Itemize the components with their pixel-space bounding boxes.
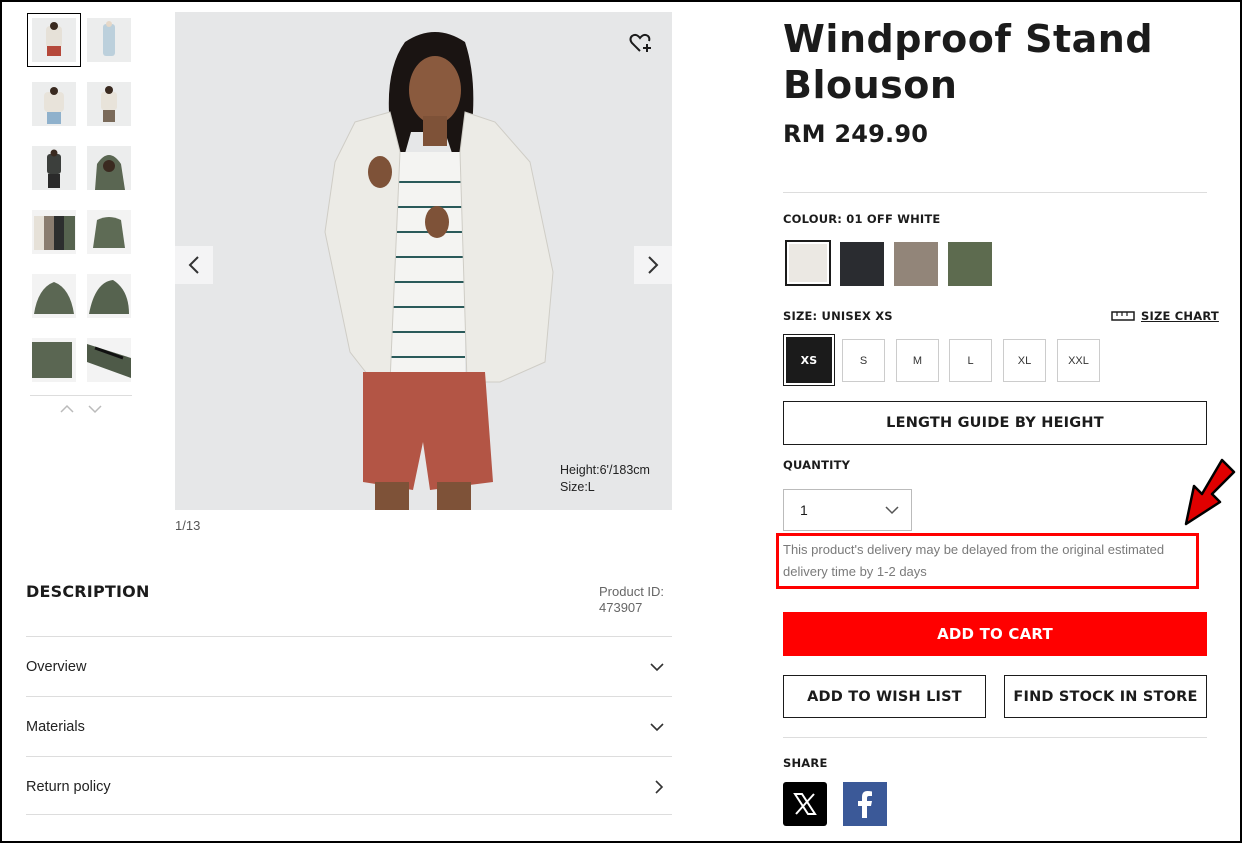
quantity-select[interactable]: 1 [783,489,912,531]
thumbnail-8[interactable] [87,210,131,254]
chevron-right-icon [648,256,659,274]
chevron-down-icon [650,662,664,671]
size-option-s[interactable]: S [842,339,885,382]
size-option-xs[interactable]: XS [783,334,835,386]
accordion-materials[interactable]: Materials [26,696,672,756]
thumbnail-4[interactable] [87,82,131,126]
size-label: SIZE: UNISEX XS [783,309,893,323]
prev-image-button[interactable] [175,246,213,284]
thumbnail-10[interactable] [87,274,131,318]
model-size: Size:L [560,480,595,494]
divider [783,192,1207,193]
share-label: SHARE [783,756,828,770]
add-to-cart-button[interactable]: ADD TO CART [783,612,1207,656]
x-share-button[interactable] [783,782,827,826]
model-photo [175,12,672,510]
size-chart-label: SIZE CHART [1141,309,1219,323]
colour-label: COLOUR: 01 OFF WHITE [783,212,941,226]
accordion-divider [26,814,672,815]
thumbnail-11[interactable] [32,338,76,382]
colour-swatch-beige[interactable] [894,242,938,286]
description-title: DESCRIPTION [26,582,150,601]
thumbnail-1[interactable] [27,13,81,67]
quantity-label: QUANTITY [783,458,851,472]
thumbnail-7[interactable] [32,210,76,254]
thumbnail-nav [30,395,132,421]
model-height: Height:6'/183cm [560,463,650,477]
model-info: Height:6'/183cm Size:L [560,462,650,496]
colour-swatch-olive[interactable] [948,242,992,286]
thumbnail-3[interactable] [32,82,76,126]
accordion-return-policy[interactable]: Return policy [26,756,672,816]
facebook-icon [858,791,872,818]
add-to-wish-list-button[interactable]: ADD TO WISH LIST [783,675,986,718]
size-option-m[interactable]: M [896,339,939,382]
next-image-button[interactable] [634,246,672,284]
size-option-l[interactable]: L [949,339,992,382]
accordion-overview-label: Overview [26,658,87,675]
chevron-left-icon [188,256,199,274]
quantity-value: 1 [800,502,808,518]
thumbnail-2[interactable] [87,18,131,62]
product-price: RM 249.90 [783,120,929,148]
thumbnail-12[interactable] [87,338,131,382]
colour-swatch-black[interactable] [840,242,884,286]
length-guide-button[interactable]: LENGTH GUIDE BY HEIGHT [783,401,1207,445]
annotation-arrow-icon [1184,458,1236,526]
size-option-xl[interactable]: XL [1003,339,1046,382]
highlight-box [776,533,1199,589]
size-option-xxl[interactable]: XXL [1057,339,1100,382]
product-title: Windproof Stand Blouson [783,17,1154,107]
product-id: Product ID: 473907 [599,584,664,616]
accordion-return-policy-label: Return policy [26,778,111,795]
chevron-down-icon [650,722,664,731]
main-product-image: Height:6'/183cm Size:L [175,12,672,510]
wishlist-heart-icon[interactable] [628,30,654,56]
thumbnail-down-icon[interactable] [87,401,103,417]
thumbnail-9[interactable] [32,274,76,318]
thumbnail-up-icon[interactable] [59,401,75,417]
colour-swatch-off-white[interactable] [785,240,831,286]
accordion-overview[interactable]: Overview [26,636,672,696]
size-chart-link[interactable]: SIZE CHART [1111,309,1219,323]
thumbnail-5[interactable] [32,146,76,190]
product-id-label: Product ID: [599,584,665,599]
x-icon [793,793,817,815]
ruler-icon [1111,311,1135,321]
image-counter: 1/13 [175,518,201,533]
facebook-share-button[interactable] [843,782,887,826]
find-stock-button[interactable]: FIND STOCK IN STORE [1004,675,1207,718]
accordion-materials-label: Materials [26,718,85,735]
product-id-value: 473907 [599,600,643,615]
chevron-down-icon [885,505,899,514]
thumbnail-6[interactable] [87,146,131,190]
divider [783,737,1207,738]
chevron-right-icon [655,779,664,794]
